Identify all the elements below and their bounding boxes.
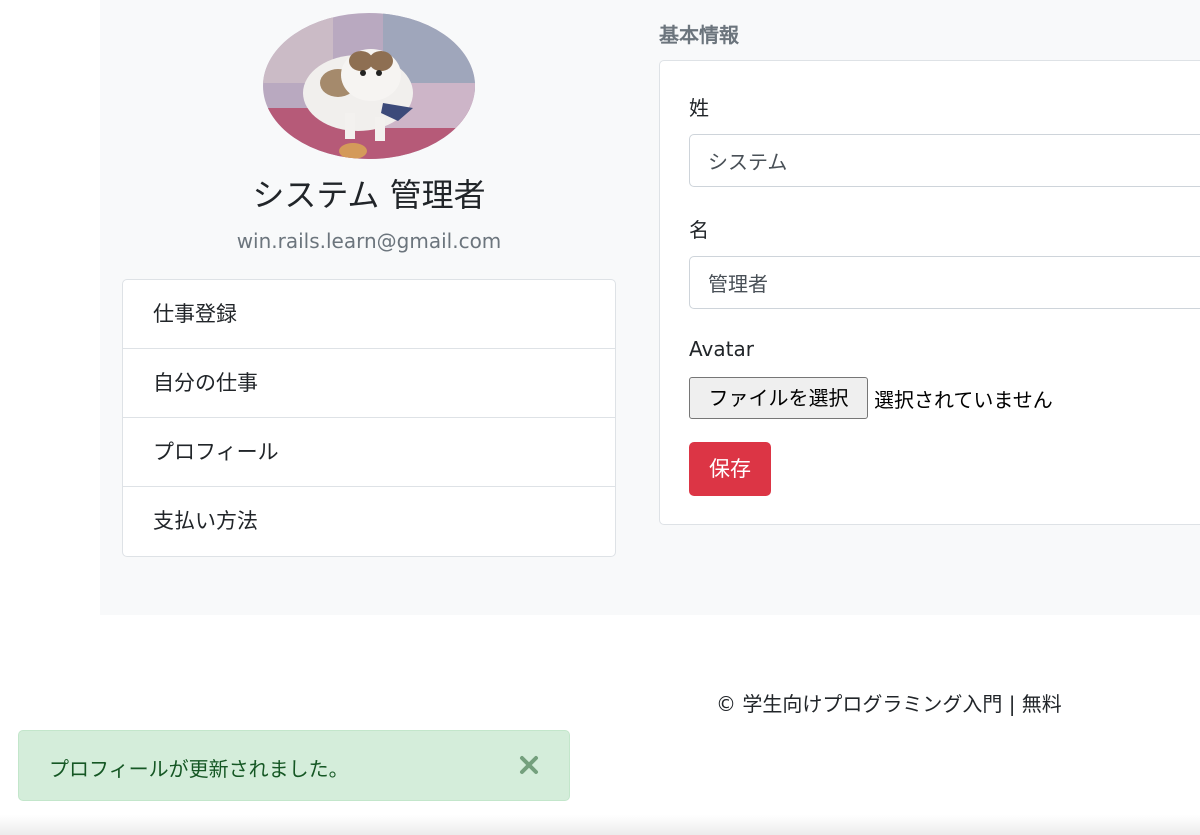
avatar-photo (263, 13, 475, 159)
success-alert: プロフィールが更新されました。 (18, 730, 570, 801)
save-button[interactable]: 保存 (689, 442, 771, 496)
alert-message: プロフィールが更新されました。 (49, 757, 349, 781)
last-name-label: 姓 (689, 96, 709, 120)
first-name-label: 名 (689, 218, 709, 242)
side-menu: 仕事登録 自分の仕事 プロフィール 支払い方法 (122, 279, 616, 557)
user-name: システム 管理者 (252, 176, 486, 214)
bottom-shade (0, 815, 1200, 835)
first-name-input[interactable] (689, 256, 1200, 309)
last-name-input[interactable] (689, 134, 1200, 187)
avatar (263, 13, 475, 159)
footer-text: © 学生向けプログラミング入門 | 無料 (716, 692, 1062, 716)
file-status: 選択されていません (874, 388, 1053, 412)
menu-item-my-jobs[interactable]: 自分の仕事 (123, 349, 615, 418)
file-select-button[interactable]: ファイルを選択 (689, 377, 868, 419)
menu-item-job-register[interactable]: 仕事登録 (123, 280, 615, 349)
page: システム 管理者 win.rails.learn@gmail.com 仕事登録 … (0, 0, 1200, 835)
avatar-label: Avatar (689, 337, 754, 361)
close-icon[interactable] (517, 753, 541, 777)
section-title: 基本情報 (659, 23, 739, 47)
user-email: win.rails.learn@gmail.com (236, 229, 502, 253)
menu-item-profile[interactable]: プロフィール (123, 418, 615, 487)
menu-item-payment-method[interactable]: 支払い方法 (123, 487, 615, 556)
